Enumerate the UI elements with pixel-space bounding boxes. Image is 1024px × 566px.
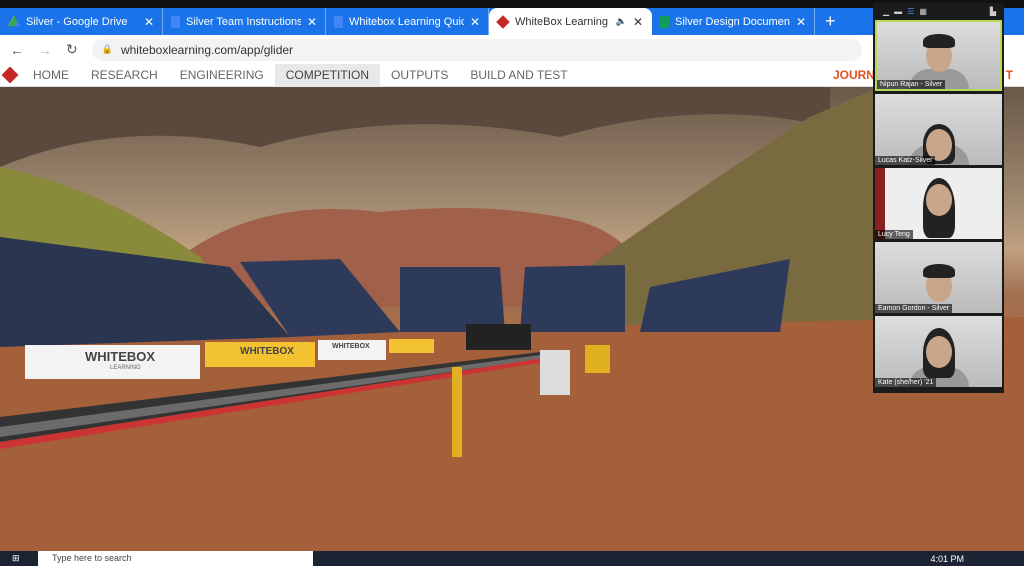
reload-icon[interactable]: ↻ — [66, 41, 78, 58]
window-top-bar — [0, 0, 1024, 8]
whitebox-icon — [496, 14, 510, 29]
google-sheets-icon — [660, 15, 669, 28]
site-nav: HOME RESEARCH ENGINEERING COMPETITION OU… — [0, 63, 1024, 87]
zoom-view-controls: ▁ ▬ ☰ ▦ ▙ — [873, 3, 1004, 19]
banner-whitebox: WHITEBOX — [85, 349, 156, 364]
tab-strip: Silver - Google Drive ✕ Silver Team Instr… — [0, 8, 1024, 35]
url-input[interactable]: 🔒 whiteboxlearning.com/app/glider — [91, 38, 862, 61]
taskbar-search-input[interactable]: Type here to search — [38, 551, 313, 566]
participant-tile[interactable]: Eamon Gordon - Silver — [875, 242, 1002, 313]
close-icon[interactable]: ✕ — [633, 15, 643, 29]
tab-team-instructions[interactable]: Silver Team Instructions - ✕ — [163, 8, 326, 35]
minimize-icon[interactable]: ▁ — [883, 7, 889, 16]
banner-whitebox-3: WHITEBOX — [332, 343, 370, 350]
clock[interactable]: 4:01 PM — [930, 554, 964, 564]
zoom-participant-panel: ▁ ▬ ☰ ▦ ▙ Nipun Rajan - Silver Lucas Katz-Si… — [873, 3, 1004, 393]
nav-research[interactable]: RESEARCH — [80, 64, 169, 87]
tab-design-documentation[interactable]: Silver Design Documenta ✕ — [652, 8, 815, 35]
participant-tile[interactable]: Lucy Teng — [875, 168, 1002, 239]
new-tab-button[interactable]: + — [825, 11, 836, 32]
strip-view-icon[interactable]: ☰ — [907, 7, 914, 16]
speaker-icon[interactable]: 🔈 — [616, 16, 627, 27]
tab-whitebox-learning[interactable]: WhiteBox Learning 🔈 ✕ — [489, 8, 652, 35]
scene-graphic — [0, 87, 1024, 551]
lock-icon: 🔒 — [101, 44, 113, 54]
windows-start-icon[interactable]: ⊞ — [12, 553, 20, 564]
nav-outputs[interactable]: OUTPUTS — [380, 64, 459, 87]
nav-competition[interactable]: COMPETITION — [274, 63, 381, 87]
nav-build-and-test[interactable]: BUILD AND TEST — [459, 64, 578, 87]
close-icon[interactable]: ✕ — [470, 15, 480, 29]
close-icon[interactable]: ✕ — [307, 15, 317, 29]
tab-quick-guide[interactable]: Whitebox Learning Quick ✕ — [326, 8, 489, 35]
participant-tile[interactable]: Lucas Katz-Silver — [875, 94, 1002, 165]
banner-whitebox-2: WHITEBOX — [240, 346, 294, 357]
whitebox-logo — [1, 66, 19, 84]
nav-home[interactable]: HOME — [22, 64, 80, 87]
gallery-view-icon[interactable]: ▦ — [919, 7, 927, 16]
exit-view-icon[interactable]: ▙ — [990, 7, 996, 16]
close-icon[interactable]: ✕ — [144, 15, 154, 29]
participant-tile[interactable]: Nipun Rajan - Silver — [875, 20, 1002, 91]
tab-google-drive[interactable]: Silver - Google Drive ✕ — [0, 8, 163, 35]
windows-taskbar: ⊞ Type here to search 4:01 PM — [0, 551, 1024, 566]
participant-tile[interactable]: Kate (she/her) '21 — [875, 316, 1002, 387]
address-bar-row: ← → ↻ 🔒 whiteboxlearning.com/app/glider — [0, 35, 1024, 64]
banner-learning: LEARNING — [110, 365, 141, 371]
google-docs-icon — [334, 15, 343, 28]
close-icon[interactable]: ✕ — [796, 15, 806, 29]
competition-3d-scene[interactable]: WHITEBOX LEARNING WHITEBOX WHITEBOX — [0, 87, 1024, 551]
nav-engineering[interactable]: ENGINEERING — [169, 64, 275, 87]
forward-icon[interactable]: → — [38, 42, 52, 58]
google-drive-icon — [8, 15, 20, 27]
speaker-view-icon[interactable]: ▬ — [894, 7, 902, 16]
back-icon[interactable]: ← — [10, 42, 24, 58]
google-docs-icon — [171, 15, 180, 28]
